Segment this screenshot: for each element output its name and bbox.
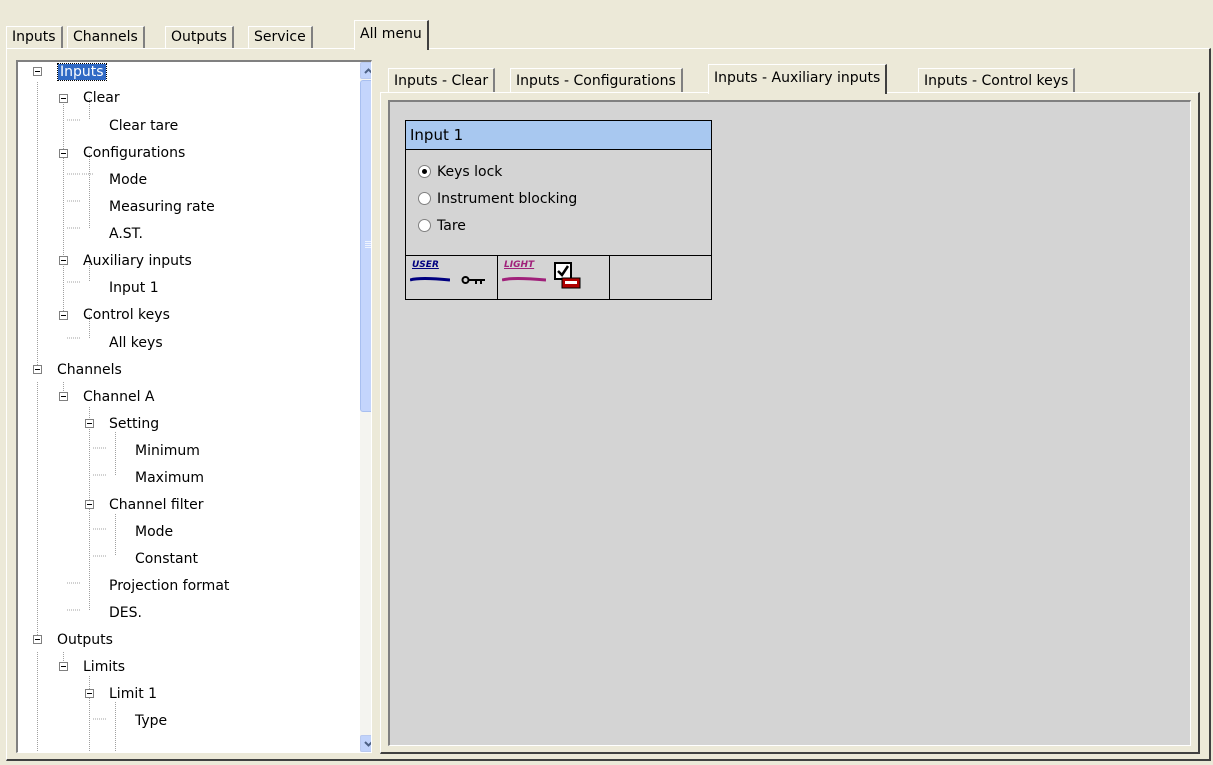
key-icon (461, 276, 485, 284)
collapse-channels-icon[interactable] (33, 365, 42, 374)
scroll-thumb[interactable] (360, 80, 371, 412)
tree-item-maximum[interactable]: Maximum (133, 468, 206, 488)
collapse-channel-filter-icon[interactable] (85, 500, 94, 509)
option-tare[interactable]: Tare (418, 215, 466, 237)
tree-item-input-1[interactable]: Input 1 (107, 278, 161, 298)
tree-item-ast[interactable]: A.ST. (107, 224, 145, 244)
access-icons-row: USER LIGHT (406, 255, 711, 299)
tree-scrollbar[interactable] (360, 62, 371, 752)
tree-item-control-keys[interactable]: Control keys (81, 305, 172, 325)
tree-item-filter-mode[interactable]: Mode (133, 522, 175, 542)
tab-service[interactable]: Service (248, 26, 313, 48)
tree-item-clear-tare[interactable]: Clear tare (107, 116, 180, 136)
light-tag: LIGHT (504, 260, 535, 270)
input-1-panel: Input 1 Keys lock Instrument blocking Ta… (405, 120, 712, 300)
option-keys-lock[interactable]: Keys lock (418, 161, 502, 183)
chevron-down-icon (364, 740, 371, 747)
collapse-limit-1-icon[interactable] (85, 689, 94, 698)
tree-item-limit-1[interactable]: Limit 1 (107, 684, 159, 704)
menu-tree[interactable]: Inputs Clear Clear tare Configurations M… (16, 60, 372, 753)
tab-inputs-control-keys[interactable]: Inputs - Control keys (918, 68, 1076, 92)
tree-item-des[interactable]: DES. (107, 603, 144, 623)
tree-item-clear[interactable]: Clear (81, 88, 122, 108)
radio-keys-lock[interactable] (418, 164, 431, 178)
tree-item-inputs[interactable]: Inputs (57, 62, 107, 82)
tab-inputs-configurations[interactable]: Inputs - Configurations (510, 68, 683, 92)
tree-item-constant[interactable]: Constant (133, 549, 200, 569)
collapse-auxiliary-inputs-icon[interactable] (59, 256, 68, 265)
tab-channels[interactable]: Channels (67, 26, 145, 48)
user-key-cell[interactable]: USER (406, 256, 498, 299)
collapse-setting-icon[interactable] (85, 419, 94, 428)
tab-inputs-auxiliary-inputs[interactable]: Inputs - Auxiliary inputs (708, 64, 888, 94)
tab-outputs[interactable]: Outputs (165, 26, 234, 48)
user-underline-icon (410, 277, 450, 282)
tree-item-minimum[interactable]: Minimum (133, 441, 202, 461)
light-check-cell[interactable]: LIGHT (498, 256, 610, 299)
tree-item-channel-a[interactable]: Channel A (81, 387, 157, 407)
collapse-control-keys-icon[interactable] (59, 311, 68, 320)
scroll-down-button[interactable] (360, 735, 371, 752)
user-tag: USER (412, 260, 439, 270)
chevron-up-icon (364, 67, 371, 74)
tree-item-type[interactable]: Type (133, 711, 169, 731)
tree-item-measuring-rate[interactable]: Measuring rate (107, 197, 217, 217)
input-1-title: Input 1 (406, 121, 711, 150)
radio-instrument-blocking[interactable] (418, 191, 431, 205)
collapse-clear-icon[interactable] (59, 94, 68, 103)
tree-item-channels[interactable]: Channels (55, 360, 124, 380)
collapse-channel-a-icon[interactable] (59, 392, 68, 401)
scroll-up-button[interactable] (360, 62, 371, 79)
tree-item-all-keys[interactable]: All keys (107, 333, 165, 353)
tree-item-outputs[interactable]: Outputs (55, 630, 115, 650)
tree-item-auxiliary-inputs[interactable]: Auxiliary inputs (81, 251, 194, 271)
checkbox-device-icon (554, 262, 581, 289)
tab-inputs-clear[interactable]: Inputs - Clear (388, 68, 496, 92)
collapse-outputs-icon[interactable] (33, 635, 42, 644)
tab-inputs[interactable]: Inputs (6, 26, 63, 48)
tree-item-channel-filter[interactable]: Channel filter (107, 495, 206, 515)
tree-item-mode[interactable]: Mode (107, 170, 149, 190)
light-underline-icon (502, 277, 546, 282)
collapse-configurations-icon[interactable] (59, 149, 68, 158)
collapse-limits-icon[interactable] (59, 662, 68, 671)
collapse-inputs-icon[interactable] (33, 67, 42, 76)
option-instrument-blocking[interactable]: Instrument blocking (418, 188, 577, 210)
tree-item-projection-format[interactable]: Projection format (107, 576, 231, 596)
tree-item-configurations[interactable]: Configurations (81, 143, 187, 163)
tab-all-menu[interactable]: All menu (354, 20, 429, 50)
tree-item-setting[interactable]: Setting (107, 414, 161, 434)
radio-tare[interactable] (418, 218, 431, 232)
tree-item-limits[interactable]: Limits (81, 657, 127, 677)
